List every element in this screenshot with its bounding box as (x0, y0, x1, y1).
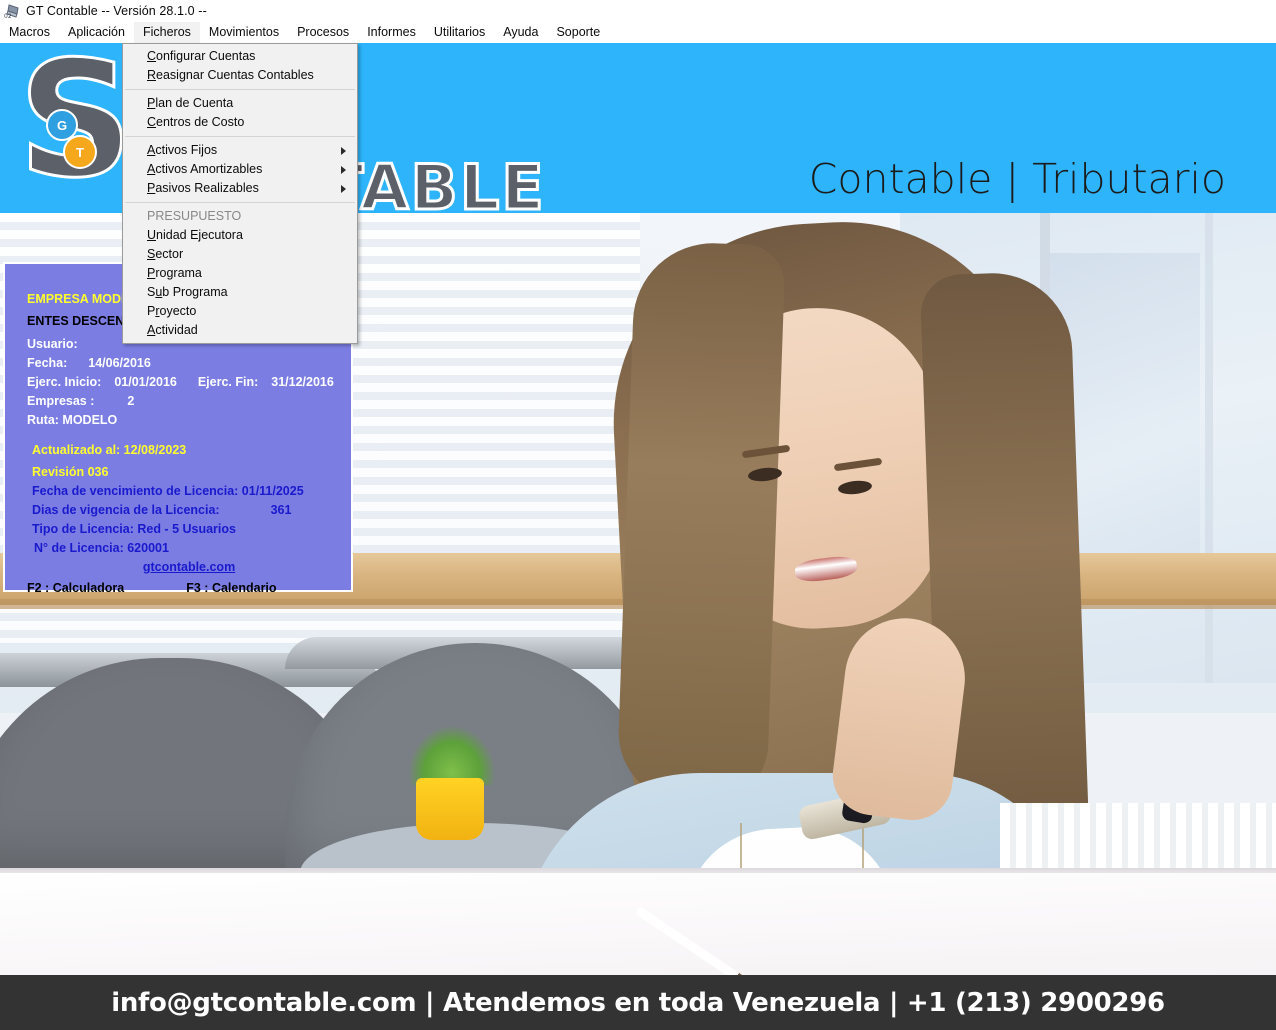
info-fecha: Fecha: 14/06/2016 (5, 354, 351, 373)
menu-separator (125, 89, 355, 90)
info-ejerc-inicio-label: Ejerc. Inicio: (27, 375, 102, 389)
shortcut-f3-calendario: F3 : Calendario (186, 581, 277, 595)
menu-separator (125, 136, 355, 137)
menu-option-configurar-cuentas[interactable]: Configurar Cuentas (123, 47, 357, 66)
submenu-arrow-icon (341, 147, 346, 155)
logo-badge-t: T (63, 135, 97, 169)
info-empresas: Empresas : 2 (5, 392, 351, 411)
info-website-row: gtcontable.com (5, 558, 351, 577)
menu-option-label: Sub Programa (147, 285, 228, 299)
menu-option-label: Activos Fijos (147, 143, 218, 157)
info-dias-vigencia-value: 361 (270, 503, 292, 517)
info-nro-licencia: N° de Licencia: 620001 (34, 541, 169, 555)
menu-item-movimientos[interactable]: Movimientos (200, 22, 288, 43)
menu-option-pasivos-realizables[interactable]: Pasivos Realizables (123, 179, 357, 198)
info-ejercicio: Ejerc. Inicio: 01/01/2016 Ejerc. Fin: 31… (5, 373, 351, 392)
menu-item-ayuda[interactable]: Ayuda (494, 22, 547, 43)
photo-woman-hair-front (616, 240, 786, 806)
info-ruta: Ruta: MODELO (27, 413, 118, 427)
menu-item-ficheros[interactable]: Ficheros (133, 21, 200, 43)
menu-separator (125, 202, 355, 203)
info-ejerc-fin-label: Ejerc. Fin: (197, 375, 259, 389)
photo-plant-pot (416, 778, 484, 840)
info-fecha-label: Fecha: (27, 356, 68, 370)
menu-item-soporte[interactable]: Soporte (547, 22, 609, 43)
menu-option-label: Centros de Costo (147, 115, 245, 129)
submenu-arrow-icon (341, 166, 346, 174)
menu-option-label: Actividad (147, 323, 198, 337)
website-link[interactable]: gtcontable.com (143, 560, 235, 574)
brand-tagline: Contable | Tributario (808, 155, 1226, 203)
info-tipo-licencia: Tipo de Licencia: Red - 5 Usuarios (32, 522, 236, 536)
menu-option-label: Pasivos Realizables (147, 181, 259, 195)
svg-text:02: 02 (4, 13, 12, 20)
info-actualizado: Actualizado al: 12/08/2023 (32, 443, 187, 457)
shortcut-f2-calculadora: F2 : Calculadora (27, 581, 125, 595)
menu-option-presupuesto: PRESUPUESTO (123, 207, 357, 226)
menu-option-reasignar-cuentas-contables[interactable]: Reasignar Cuentas Contables (123, 66, 357, 85)
menu-option-label: Configurar Cuentas (147, 49, 256, 63)
menu-bar: Macros Aplicación Ficheros Movimientos Proce… (0, 21, 1276, 43)
menu-option-sector[interactable]: Sector (123, 245, 357, 264)
title-bar: 02 GT Contable -- Versión 28.1.0 -- (0, 0, 1276, 22)
contact-footer: info@gtcontable.com | Atendemos en toda … (0, 975, 1276, 1030)
menu-option-label: Activos Amortizables (147, 162, 263, 176)
menu-option-programa[interactable]: Programa (123, 264, 357, 283)
app-icon: 02 (4, 2, 22, 20)
menu-option-actividad[interactable]: Actividad (123, 321, 357, 340)
photo-plant-leaves (408, 725, 496, 785)
menu-option-plan-de-cuenta[interactable]: Plan de Cuenta (123, 94, 357, 113)
info-empresas-label: Empresas : (27, 394, 95, 408)
menu-item-macros[interactable]: Macros (0, 22, 59, 43)
menu-option-centros-de-costo[interactable]: Centros de Costo (123, 113, 357, 132)
menu-option-label: Unidad Ejecutora (147, 228, 243, 242)
info-dias-vigencia-label: Dias de vigencia de la Licencia: (32, 503, 220, 517)
photo-table (0, 873, 1276, 975)
menu-item-procesos[interactable]: Procesos (288, 22, 358, 43)
menu-item-aplicacin[interactable]: Aplicación (59, 22, 134, 43)
ficheros-dropdown-menu: Configurar Cuentas Reasignar Cuentas Cont… (122, 43, 358, 344)
info-vencimiento: Fecha de vencimiento de Licencia: 01/11/… (32, 484, 304, 498)
menu-item-utilitarios[interactable]: Utilitarios (425, 22, 494, 43)
application-window: 02 GT Contable -- Versión 28.1.0 -- Macr… (0, 0, 1276, 1030)
menu-option-activos-amortizables[interactable]: Activos Amortizables (123, 160, 357, 179)
photo-window-mullion-2 (1205, 213, 1213, 683)
menu-option-label: Reasignar Cuentas Contables (147, 68, 314, 82)
menu-option-proyecto[interactable]: Proyecto (123, 302, 357, 321)
menu-item-informes[interactable]: Informes (358, 22, 425, 43)
menu-option-activos-fijos[interactable]: Activos Fijos (123, 141, 357, 160)
menu-option-label: Proyecto (147, 304, 197, 318)
info-revision: Revisión 036 (32, 465, 109, 479)
menu-option-sub-programa[interactable]: Sub Programa (123, 283, 357, 302)
menu-option-label: Plan de Cuenta (147, 96, 234, 110)
menu-option-label: PRESUPUESTO (147, 209, 242, 223)
info-shortcuts: F2 : Calculadora F3 : Calendario (5, 577, 351, 599)
footer-contact-text: info@gtcontable.com | Atendemos en toda … (111, 987, 1165, 1018)
info-empresas-value: 2 (127, 394, 135, 408)
info-ejerc-fin-value: 31/12/2016 (271, 375, 334, 389)
submenu-arrow-icon (341, 185, 346, 193)
window-title: GT Contable -- Versión 28.1.0 -- (26, 4, 207, 18)
info-dias-vigencia: Dias de vigencia de la Licencia: 361 (5, 501, 351, 520)
menu-option-label: Sector (147, 247, 184, 261)
menu-option-unidad-ejecutora[interactable]: Unidad Ejecutora (123, 226, 357, 245)
info-fecha-value: 14/06/2016 (88, 356, 151, 370)
info-ejerc-inicio-value: 01/01/2016 (114, 375, 177, 389)
menu-option-label: Programa (147, 266, 202, 280)
